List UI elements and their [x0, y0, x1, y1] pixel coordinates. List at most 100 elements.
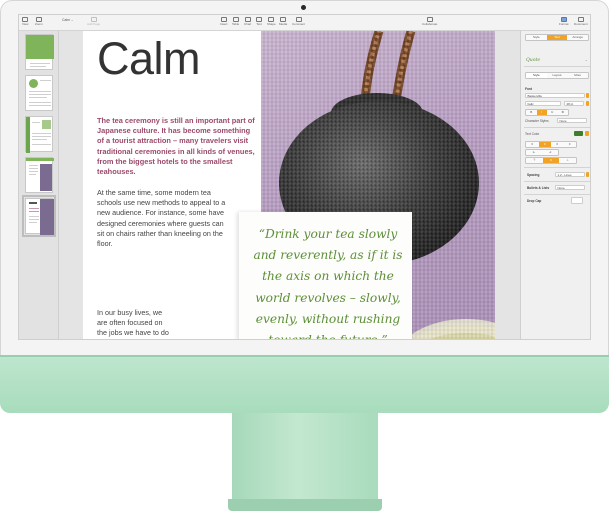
comment-button[interactable]: Comment	[292, 17, 305, 27]
text-options-gear-icon[interactable]: ⚙	[558, 110, 569, 115]
spacing-stepper[interactable]	[586, 172, 589, 177]
text-label: Text	[256, 22, 262, 26]
bullets-lists-select[interactable]: None	[555, 185, 585, 190]
format-button[interactable]: Format	[559, 17, 569, 27]
monitor-chin	[0, 355, 609, 413]
font-style-select[interactable]: Italic	[525, 101, 561, 106]
shape-button[interactable]: Shape	[267, 17, 276, 27]
text-button[interactable]: Text	[256, 17, 262, 27]
insert-label: Insert	[220, 22, 228, 26]
character-styles-select[interactable]: None	[557, 118, 587, 123]
font-name-select[interactable]: Baskerville	[525, 93, 585, 98]
divider	[524, 194, 590, 195]
page-thumbnail-2[interactable]	[25, 75, 53, 111]
drop-cap-style-icon[interactable]	[571, 197, 583, 204]
document-page[interactable]: Calm The tea ceremony is still an import…	[83, 31, 495, 339]
lead-paragraph[interactable]: The tea ceremony is still an important p…	[97, 116, 257, 177]
format-inspector: Style Text Arrange Quote ⌄ Style Layout …	[520, 31, 590, 339]
indent-buttons: ⇤ ⇥	[525, 149, 559, 156]
screen: View Zoom Calm ⌄ Add Page Insert Table C…	[18, 14, 591, 340]
text-sub-tabs: Style Layout More	[525, 72, 589, 79]
sub-tab-style[interactable]: Style	[526, 73, 547, 78]
bold-button[interactable]: B	[526, 110, 537, 115]
paragraph-style-name[interactable]: Quote	[526, 58, 540, 63]
document-title: Calm	[62, 18, 70, 22]
format-label: Format	[559, 22, 569, 26]
sub-tab-layout[interactable]: Layout	[547, 73, 568, 78]
collaborate-label: Collaborate	[422, 22, 438, 26]
font-size-field[interactable]: 28 pt	[564, 101, 584, 106]
collaborate-button[interactable]: Collaborate	[422, 17, 437, 27]
document-label: Document	[574, 22, 588, 26]
table-button[interactable]: Table	[232, 17, 239, 27]
pull-quote-text[interactable]: “Drink your tea slowly and reverently, a…	[249, 224, 407, 339]
character-styles-label: Character Styles	[525, 119, 549, 123]
divider	[524, 181, 590, 182]
align-justify-icon[interactable]: ≡	[564, 142, 577, 147]
inspector-tab-text[interactable]: Text	[546, 35, 568, 40]
body-paragraph-2[interactable]: In our busy lives, we are often focused …	[97, 308, 173, 339]
media-button[interactable]: Media	[279, 17, 287, 27]
page-thumbnail-5-selected[interactable]	[22, 195, 56, 237]
vertical-alignment-buttons: ⊤ ≡ ⊥	[525, 157, 577, 164]
add-page-button[interactable]: Add Page	[87, 17, 100, 27]
body-paragraph-1[interactable]: At the same time, some modern tea school…	[97, 188, 227, 249]
table-label: Table	[232, 22, 240, 26]
zoom-button[interactable]: Zoom	[35, 17, 43, 27]
document-title-menu[interactable]: Calm ⌄	[62, 18, 73, 22]
monitor-stand	[232, 413, 378, 501]
pull-quote-card[interactable]: “Drink your tea slowly and reverently, a…	[239, 212, 412, 339]
inspector-tab-style[interactable]: Style	[526, 35, 547, 40]
shape-label: Shape	[267, 22, 276, 26]
add-page-label: Add Page	[87, 22, 101, 26]
sub-tab-more[interactable]: More	[567, 73, 588, 78]
alignment-buttons: ≡ ≡ ≡ ≡	[525, 141, 577, 148]
underline-button[interactable]: U	[547, 110, 558, 115]
inspector-tabs: Style Text Arrange	[525, 34, 589, 41]
divider	[524, 127, 590, 128]
align-bottom-icon[interactable]: ⊥	[559, 158, 576, 163]
page-thumbnail-4[interactable]	[25, 157, 54, 193]
chevron-down-icon: ⌄	[70, 18, 74, 22]
align-center-icon[interactable]: ≡	[538, 142, 551, 147]
decrease-indent-icon[interactable]: ⇤	[526, 150, 542, 155]
divider	[524, 66, 590, 67]
view-button[interactable]: View	[22, 17, 28, 27]
spacing-label[interactable]: Spacing	[527, 173, 539, 177]
monitor-stand-foot	[228, 499, 382, 511]
align-right-icon[interactable]: ≡	[551, 142, 564, 147]
camera-icon	[301, 5, 306, 10]
increase-indent-icon[interactable]: ⇥	[542, 150, 558, 155]
document-button[interactable]: Document	[574, 17, 588, 27]
align-top-icon[interactable]: ⊤	[526, 158, 543, 163]
chart-label: Chart	[244, 22, 252, 26]
bullets-lists-label[interactable]: Bullets & Lists	[527, 186, 549, 190]
page-thumbnail-1[interactable]	[25, 34, 54, 70]
italic-button[interactable]: I	[536, 110, 547, 115]
drop-cap-label: Drop Cap	[527, 199, 542, 203]
inspector-tab-arrange[interactable]: Arrange	[567, 35, 588, 40]
font-name-stepper[interactable]	[586, 93, 589, 98]
chevron-down-icon[interactable]: ⌄	[585, 58, 588, 62]
view-label: View	[22, 22, 29, 26]
page-title[interactable]: Calm	[97, 33, 201, 85]
font-size-stepper[interactable]	[586, 101, 589, 106]
page-thumbnails-sidebar	[19, 31, 59, 339]
color-picker-icon[interactable]	[585, 131, 589, 136]
comment-label: Comment	[292, 22, 306, 26]
spacing-select[interactable]: 1.2 - Lines	[555, 172, 585, 177]
document-canvas: Calm The tea ceremony is still an import…	[59, 31, 520, 339]
insert-button[interactable]: Insert	[220, 17, 228, 27]
page-thumbnail-3[interactable]	[25, 116, 53, 153]
text-color-label: Text Color	[525, 132, 540, 136]
zoom-label: Zoom	[35, 22, 43, 26]
chart-button[interactable]: Chart	[244, 17, 251, 27]
align-left-icon[interactable]: ≡	[526, 142, 539, 147]
toolbar: View Zoom Calm ⌄ Add Page Insert Table C…	[19, 15, 590, 31]
divider	[524, 167, 590, 168]
font-format-buttons: B I U ⚙	[525, 109, 569, 116]
align-middle-icon[interactable]: ≡	[542, 158, 560, 163]
font-section-label: Font	[525, 87, 532, 91]
text-color-swatch[interactable]	[574, 131, 583, 136]
monitor-chin-edge	[0, 355, 609, 357]
